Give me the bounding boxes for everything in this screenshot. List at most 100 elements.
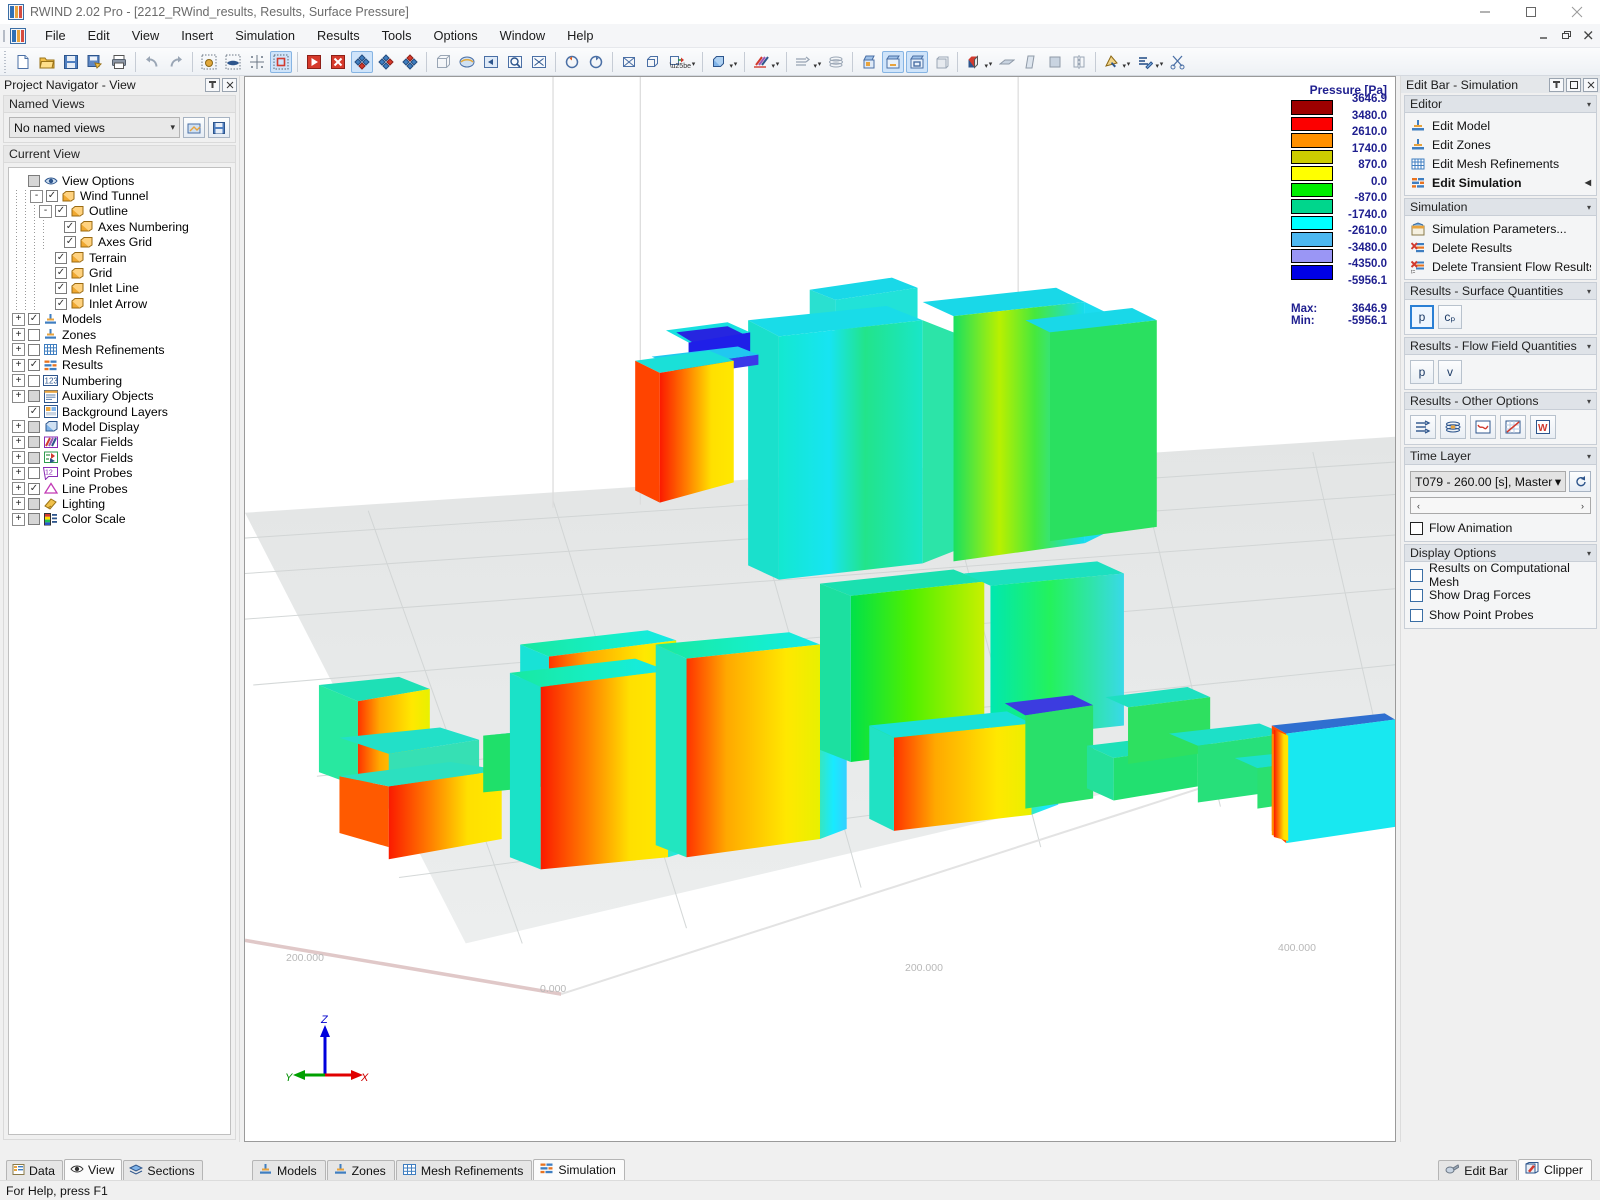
edit-zones-item[interactable]: Edit Zones: [1410, 135, 1591, 154]
view-tree[interactable]: View Options - Wind Tunnel - OutlineAxes Num…: [8, 167, 231, 1135]
tree-checkbox[interactable]: [46, 190, 58, 203]
tree-expand-icon[interactable]: +: [12, 497, 25, 511]
tree-expand-icon[interactable]: +: [12, 312, 25, 326]
flow-animation-checkbox[interactable]: [1410, 521, 1423, 535]
tree-item-background-layers[interactable]: Background Layers: [12, 404, 227, 419]
tree-item-lighting[interactable]: + Lighting: [12, 496, 227, 511]
tree-checkbox[interactable]: [28, 390, 40, 403]
run-simulation-icon[interactable]: [303, 51, 325, 73]
tree-expand-icon[interactable]: +: [12, 482, 25, 495]
tree-item-results[interactable]: + Results: [12, 358, 227, 373]
save-view-icon[interactable]: [208, 117, 230, 138]
menu-options[interactable]: Options: [423, 25, 489, 46]
tree-checkbox[interactable]: [28, 359, 40, 372]
tab-sections[interactable]: Sections: [123, 1160, 203, 1180]
color-cube-icon[interactable]: ▾: [963, 51, 988, 73]
tab-edit-bar[interactable]: Edit Bar: [1438, 1160, 1518, 1180]
tree-item-line-probes[interactable]: + Line Probes: [12, 481, 227, 496]
tree-item-axes-numbering[interactable]: Axes Numbering: [12, 219, 227, 234]
tree-checkbox[interactable]: [28, 451, 40, 464]
tools-icon[interactable]: ▾: [1134, 51, 1159, 73]
tree-checkbox[interactable]: [64, 236, 76, 249]
slice-icon[interactable]: [1020, 51, 1042, 73]
tree-item-axes-grid[interactable]: Axes Grid: [12, 235, 227, 250]
delete-transient-flow-results-item[interactable]: t= Delete Transient Flow Results...: [1410, 257, 1591, 276]
flow-quantities-header[interactable]: Results - Flow Field Quantities ▾: [1404, 337, 1597, 355]
tree-expand-icon[interactable]: +: [12, 420, 25, 434]
tree-item-auxiliary-objects[interactable]: + Auxiliary Objects: [12, 388, 227, 403]
time-layer-header[interactable]: Time Layer ▾: [1404, 447, 1597, 465]
maximize-button[interactable]: [1508, 0, 1554, 24]
isosurface-icon[interactable]: [825, 51, 847, 73]
excel-export-icon[interactable]: W: [1530, 415, 1556, 439]
time-layer-select[interactable]: T079 - 260.00 [s], Master ▾: [1410, 471, 1566, 492]
chart-graph-icon[interactable]: [1500, 415, 1526, 439]
rotate-left-icon[interactable]: [561, 51, 583, 73]
iso-view-icon[interactable]: [618, 51, 640, 73]
tree-checkbox[interactable]: [28, 420, 40, 433]
menu-file[interactable]: File: [34, 25, 77, 46]
tree-expand-icon[interactable]: +: [12, 358, 25, 372]
tree-checkbox[interactable]: [55, 297, 67, 310]
tree-checkbox[interactable]: [28, 328, 40, 341]
fill-icon[interactable]: [1044, 51, 1066, 73]
hide-selection-icon[interactable]: [222, 51, 244, 73]
select-dotted-icon[interactable]: [198, 51, 220, 73]
show-point-probes-checkbox[interactable]: [1410, 608, 1423, 622]
tree-expand-icon[interactable]: +: [12, 451, 25, 465]
edit-bar-pin-button[interactable]: [1549, 77, 1564, 92]
3d-viewport[interactable]: 200.000 0.000 200.000 400.000 Z X Y Pres…: [244, 76, 1396, 1142]
tree-item-wind-tunnel[interactable]: - Wind Tunnel: [12, 188, 227, 203]
menu-insert[interactable]: Insert: [170, 25, 224, 46]
tree-checkbox[interactable]: [28, 513, 40, 526]
streamlines-icon[interactable]: [1410, 415, 1436, 439]
mdi-close-button[interactable]: [1580, 26, 1596, 44]
menu-grip[interactable]: [0, 24, 10, 48]
tree-item-color-scale[interactable]: + Color Scale: [12, 512, 227, 527]
tree-checkbox[interactable]: [28, 343, 40, 356]
tree-expand-icon[interactable]: +: [12, 374, 25, 388]
tree-expand-icon[interactable]: +: [12, 343, 25, 357]
menu-app-icon[interactable]: [10, 27, 26, 44]
tree-checkbox[interactable]: [55, 282, 67, 295]
display-options-header[interactable]: Display Options ▾: [1404, 544, 1597, 562]
section-cut-icon[interactable]: ▾: [750, 51, 775, 73]
toolbar-grip-1[interactable]: [2, 50, 9, 73]
mirror-icon[interactable]: [1068, 51, 1090, 73]
zoom-fit-icon[interactable]: [528, 51, 550, 73]
tab-data[interactable]: Data: [6, 1160, 63, 1180]
edit-model-item[interactable]: Edit Model: [1410, 116, 1591, 135]
tree-checkbox[interactable]: [55, 251, 67, 264]
refresh-icon[interactable]: [1569, 471, 1591, 492]
solid-view-icon[interactable]: ▾: [708, 51, 733, 73]
perspective-icon[interactable]: [642, 51, 664, 73]
editor-section-header[interactable]: Editor ▾: [1404, 95, 1597, 113]
stop-simulation-icon[interactable]: [327, 51, 349, 73]
tree-expand-icon[interactable]: +: [12, 389, 25, 403]
tree-checkbox[interactable]: [28, 436, 40, 449]
tab-zones[interactable]: Zones: [326, 1160, 395, 1180]
edit-mesh-refinements-item[interactable]: Edit Mesh Refinements: [1410, 154, 1591, 173]
wireframe-box-icon[interactable]: [432, 51, 454, 73]
tab-models[interactable]: Models: [252, 1160, 326, 1180]
menu-window[interactable]: Window: [489, 25, 557, 46]
redo-icon[interactable]: [165, 51, 187, 73]
undo-icon[interactable]: [141, 51, 163, 73]
open-folder-icon[interactable]: [36, 51, 58, 73]
view-direction-icon[interactable]: \u25be: [666, 51, 691, 73]
tree-checkbox[interactable]: [28, 405, 40, 418]
tree-checkbox[interactable]: [55, 267, 67, 280]
isosurface-icon[interactable]: [1440, 415, 1466, 439]
tree-checkbox[interactable]: [64, 220, 76, 233]
save-as-icon[interactable]: [84, 51, 106, 73]
tree-checkbox[interactable]: [28, 374, 40, 387]
show-results-icon[interactable]: [351, 50, 373, 73]
zoom-window-icon[interactable]: [504, 51, 526, 73]
zoom-previous-icon[interactable]: [480, 51, 502, 73]
probe-point-icon[interactable]: [858, 51, 880, 73]
rotate-right-icon[interactable]: [585, 51, 607, 73]
tree-checkbox[interactable]: [28, 467, 40, 480]
results-on-computational-mesh-checkbox[interactable]: [1410, 568, 1423, 582]
tree-checkbox[interactable]: [28, 313, 40, 326]
probe-surface-icon[interactable]: [906, 50, 928, 73]
